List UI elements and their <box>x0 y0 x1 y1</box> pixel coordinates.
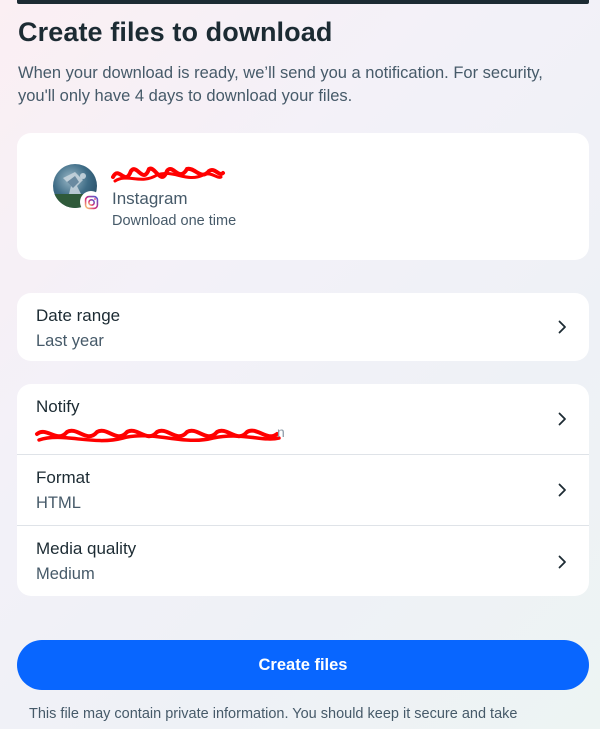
privacy-footnote: This file may contain private informatio… <box>29 706 518 722</box>
download-frequency: Download one time <box>112 213 237 229</box>
media-quality-value: Medium <box>36 565 95 583</box>
settings-card: Notify n Format HTML Media quality Mediu… <box>17 384 589 596</box>
format-value: HTML <box>36 494 81 512</box>
page-title: Create files to download <box>18 17 333 47</box>
notify-label: Notify <box>36 397 80 416</box>
redacted-account-name <box>111 166 225 183</box>
date-range-row[interactable]: Date range Last year <box>17 293 589 361</box>
instagram-icon <box>80 191 102 213</box>
top-divider-bar <box>17 0 589 4</box>
media-quality-row[interactable]: Media quality Medium <box>17 526 589 597</box>
date-range-label: Date range <box>36 306 121 325</box>
notify-value-visible: n <box>277 424 285 440</box>
chevron-right-icon <box>558 320 566 334</box>
create-files-button[interactable]: Create files <box>17 640 589 690</box>
avatar <box>53 164 105 216</box>
chevron-right-icon <box>558 555 566 568</box>
format-label: Format <box>36 468 90 487</box>
notify-row[interactable]: Notify n <box>17 384 589 455</box>
redacted-email <box>35 428 281 443</box>
page-subtitle: When your download is ready, we’ll send … <box>18 64 543 105</box>
account-platform: Instagram <box>112 189 188 208</box>
media-quality-label: Media quality <box>36 539 137 558</box>
format-row[interactable]: Format HTML <box>17 455 589 526</box>
account-card: Instagram Download one time <box>17 133 589 260</box>
date-range-card: Date range Last year <box>17 293 589 361</box>
date-range-value: Last year <box>36 332 104 350</box>
chevron-right-icon <box>558 412 566 426</box>
chevron-right-icon <box>558 483 566 497</box>
